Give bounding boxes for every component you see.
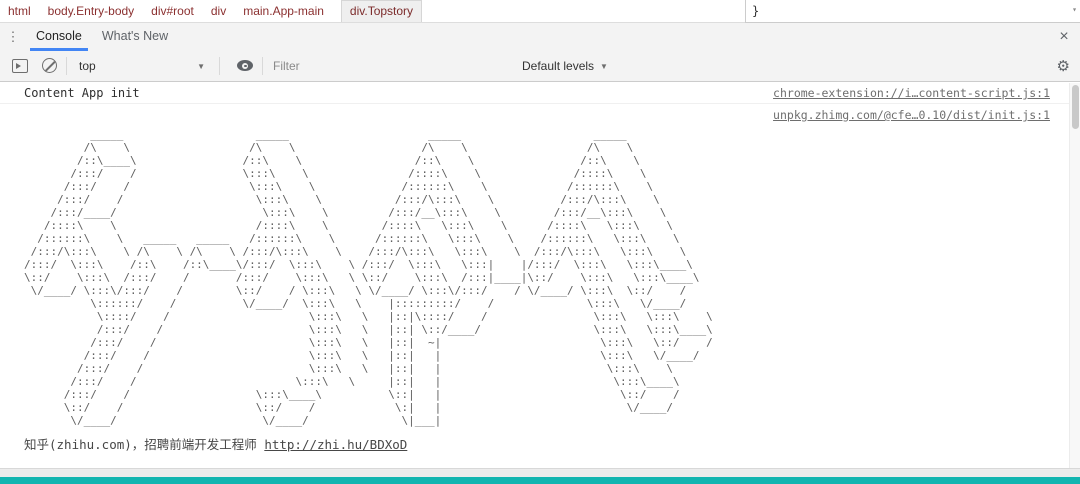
source-link-content-script[interactable]: chrome-extension://i…content-script.js:1	[773, 86, 1050, 100]
console-tab-bar: ⋮ Console What's New ×	[0, 23, 1080, 51]
console-toolbar: top ▼ Default levels ▼ ⚙	[0, 51, 1080, 82]
log-levels-dropdown[interactable]: Default levels ▼	[522, 59, 608, 73]
styles-brace[interactable]: }	[752, 4, 759, 18]
breadcrumb: html body.Entry-body div#root div main.A…	[0, 0, 745, 23]
toolbar-divider	[262, 57, 263, 75]
context-selector[interactable]: top ▼	[73, 59, 213, 73]
close-icon[interactable]: ×	[1054, 27, 1074, 47]
console-log-row[interactable]: unpkg.zhimg.com/@cfe…0.10/dist/init.js:1…	[0, 104, 1080, 453]
page-teal-bar	[0, 477, 1080, 484]
breadcrumb-item-html[interactable]: html	[8, 4, 31, 18]
ascii-art: _____ _____ _____ _____ /\ \ /\ \ /\ \ /…	[24, 128, 713, 427]
kebab-menu-icon[interactable]: ⋮	[0, 23, 26, 51]
tab-console[interactable]: Console	[26, 23, 92, 51]
breadcrumb-item-main[interactable]: main.App-main	[243, 4, 324, 18]
breadcrumb-item-topstory[interactable]: div.Topstory	[340, 0, 423, 22]
console-sidebar-icon[interactable]	[8, 57, 30, 75]
tab-whats-new[interactable]: What's New	[92, 23, 178, 51]
breadcrumb-item-div[interactable]: div	[211, 4, 226, 18]
devtools-window: html body.Entry-body div#root div main.A…	[0, 0, 1080, 484]
source-link-init-js[interactable]: unpkg.zhimg.com/@cfe…0.10/dist/init.js:1	[773, 108, 1050, 122]
chevron-down-icon: ▼	[600, 61, 608, 71]
footer-text: 知乎(zhihu.com)，招聘前端开发工程师	[24, 437, 265, 452]
clear-console-icon[interactable]	[38, 57, 60, 75]
footer-link[interactable]: http://zhi.hu/BDXoD	[264, 437, 407, 452]
scrollbar-thumb[interactable]	[1072, 85, 1079, 129]
filter-input[interactable]	[273, 56, 508, 76]
styles-pane: } ▾	[745, 0, 1080, 23]
context-selector-value: top	[79, 59, 96, 73]
toolbar-divider	[219, 57, 220, 75]
console-log-row[interactable]: Content App init chrome-extension://i…co…	[0, 83, 1080, 104]
live-expression-eye-icon[interactable]	[234, 57, 256, 75]
breadcrumb-item-root[interactable]: div#root	[151, 4, 194, 18]
toolbar-divider	[66, 57, 67, 75]
breadcrumb-item-body[interactable]: body.Entry-body	[48, 4, 135, 18]
scrollbar[interactable]	[1069, 83, 1080, 468]
page-bottom-strip	[0, 468, 1080, 477]
console-footer-message: 知乎(zhihu.com)，招聘前端开发工程师 http://zhi.hu/BD…	[24, 434, 1050, 453]
gear-icon[interactable]: ⚙	[1057, 57, 1070, 75]
scroll-caret-icon[interactable]: ▾	[1072, 5, 1077, 14]
log-levels-label: Default levels	[522, 59, 595, 73]
console-output: Content App init chrome-extension://i…co…	[0, 83, 1080, 468]
chevron-down-icon: ▼	[197, 61, 205, 71]
console-message: Content App init	[24, 86, 140, 100]
